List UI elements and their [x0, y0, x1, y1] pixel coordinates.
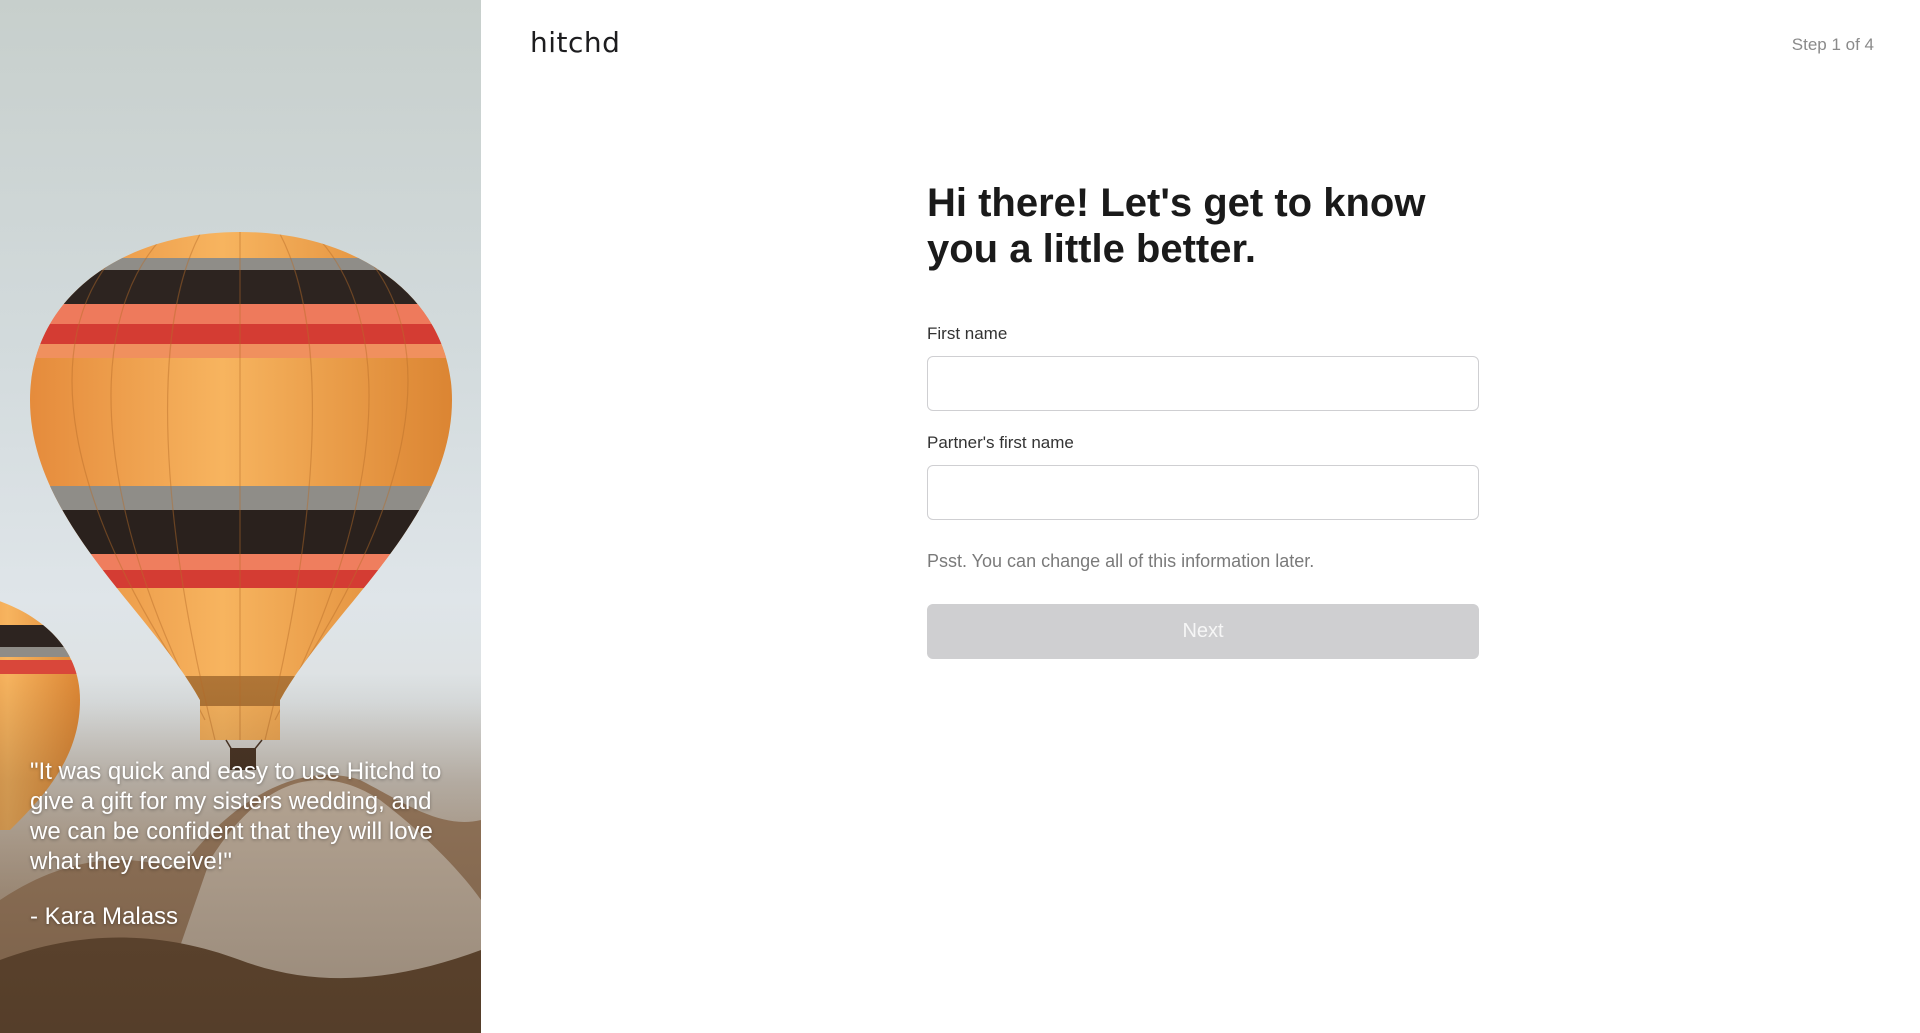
first-name-label: First name [927, 324, 1008, 343]
partner-first-name-input[interactable] [927, 465, 1479, 520]
step-indicator: Step 1 of 4 [1791, 35, 1874, 54]
signup-page: "It was quick and easy to use Hitchd to … [0, 0, 1920, 1033]
form-hint: Psst. You can change all of this informa… [927, 551, 1315, 571]
testimonial-author: - Kara Malass [30, 903, 179, 930]
page-title: Hi there! Let's get to know you a little… [927, 181, 1426, 271]
first-name-input[interactable] [927, 356, 1479, 411]
onboarding-form: Hi there! Let's get to know you a little… [927, 180, 1479, 659]
hitchd-logo[interactable]: hitchd [530, 26, 620, 59]
partner-first-name-label: Partner's first name [927, 433, 1074, 452]
testimonial-quote: "It was quick and easy to use Hitchd to … [30, 758, 442, 875]
next-button[interactable]: Next [927, 604, 1479, 659]
hero-panel: "It was quick and easy to use Hitchd to … [0, 0, 481, 1033]
testimonial: "It was quick and easy to use Hitchd to … [30, 757, 450, 932]
